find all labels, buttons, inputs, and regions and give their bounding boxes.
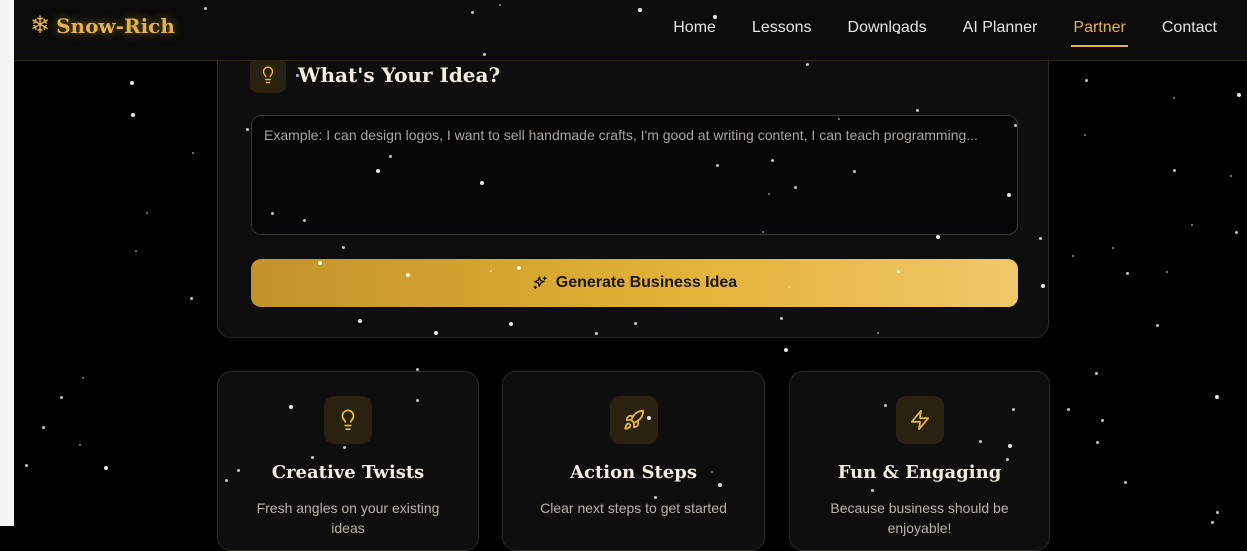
feature-card-creative-twists: Creative Twists Fresh angles on your exi… xyxy=(217,371,479,551)
nav-partner[interactable]: Partner xyxy=(1055,0,1143,60)
feature-description: Fresh angles on your existing ideas xyxy=(256,500,440,536)
feature-title: Creative Twists xyxy=(271,462,425,483)
snowflake-dot xyxy=(146,212,148,214)
snowflake-dot xyxy=(192,152,194,154)
window-edge xyxy=(0,0,14,526)
brand-name: Snow-Rich xyxy=(56,14,175,38)
snowflake-dot xyxy=(1123,480,1127,484)
snowflake-dot xyxy=(1230,175,1232,177)
nav-lessons[interactable]: Lessons xyxy=(734,0,830,60)
lightbulb-icon xyxy=(324,396,372,444)
idea-header: What's Your Idea? xyxy=(250,57,500,93)
snowflake-dot xyxy=(1191,224,1193,226)
snowflake-dot xyxy=(1112,247,1114,249)
top-navbar: ❄ Snow-Rich Home Lessons Downloads AI Pl… xyxy=(14,0,1247,61)
snowflake-dot xyxy=(1237,93,1241,97)
snowflake-dot xyxy=(131,113,135,117)
snowflake-dot xyxy=(104,466,108,470)
snowflake-dot xyxy=(130,81,134,85)
sparkles-icon xyxy=(532,275,548,291)
feature-title: Fun & Engaging xyxy=(837,462,1002,483)
snowflake-icon: ❄ xyxy=(30,12,51,39)
snowflake-dot xyxy=(1155,323,1159,327)
snowflake-dot xyxy=(59,395,63,399)
nav-contact[interactable]: Contact xyxy=(1144,0,1235,60)
brand-logo[interactable]: ❄ Snow-Rich xyxy=(30,12,175,39)
generate-business-idea-button[interactable]: Generate Business Idea xyxy=(251,259,1018,307)
snowflake-dot xyxy=(1125,271,1129,275)
snowflake-dot xyxy=(1234,230,1238,234)
snowflake-dot xyxy=(1072,255,1074,257)
idea-panel: What's Your Idea? Generate Business Idea xyxy=(217,30,1049,338)
lightbulb-icon xyxy=(250,57,286,93)
snowflake-dot xyxy=(79,444,81,446)
feature-description: Because business should be enjoyable! xyxy=(830,500,1009,536)
nav-downloads[interactable]: Downloads xyxy=(830,0,945,60)
generate-button-label: Generate Business Idea xyxy=(555,274,738,291)
snowflake-dot xyxy=(1173,97,1175,99)
nav-home[interactable]: Home xyxy=(655,0,734,60)
main-nav: Home Lessons Downloads AI Planner Partne… xyxy=(655,0,1235,60)
snowflake-dot xyxy=(1100,418,1104,422)
snowflake-dot xyxy=(1095,440,1099,444)
feature-description: Clear next steps to get started xyxy=(540,500,727,516)
feature-card-action-steps: Action Steps Clear next steps to get sta… xyxy=(502,371,765,551)
snowflake-dot xyxy=(1210,520,1214,524)
idea-title: What's Your Idea? xyxy=(298,63,501,87)
snowflake-dot xyxy=(82,377,84,379)
snowflake-dot xyxy=(135,250,137,252)
snowflake-dot xyxy=(1166,271,1168,273)
snowflake-dot xyxy=(1066,407,1070,411)
idea-input[interactable] xyxy=(251,115,1018,235)
snowflake-dot xyxy=(1084,78,1088,82)
snowflake-dot xyxy=(1084,134,1086,136)
rocket-icon xyxy=(609,396,658,444)
nav-ai-planner[interactable]: AI Planner xyxy=(945,0,1056,60)
snowflake-dot xyxy=(41,425,45,429)
snowflake-dot xyxy=(1172,168,1176,172)
lightning-icon xyxy=(895,396,944,444)
snowflake-dot xyxy=(1215,510,1219,514)
snowflake-dot xyxy=(1215,395,1219,399)
feature-card-fun-engaging: Fun & Engaging Because business should b… xyxy=(789,371,1050,551)
snowflake-dot xyxy=(189,296,193,300)
snowflake-dot xyxy=(1094,371,1098,375)
feature-title: Action Steps xyxy=(570,462,697,483)
snowflake-dot xyxy=(784,348,788,352)
snowflake-dot xyxy=(24,463,28,467)
